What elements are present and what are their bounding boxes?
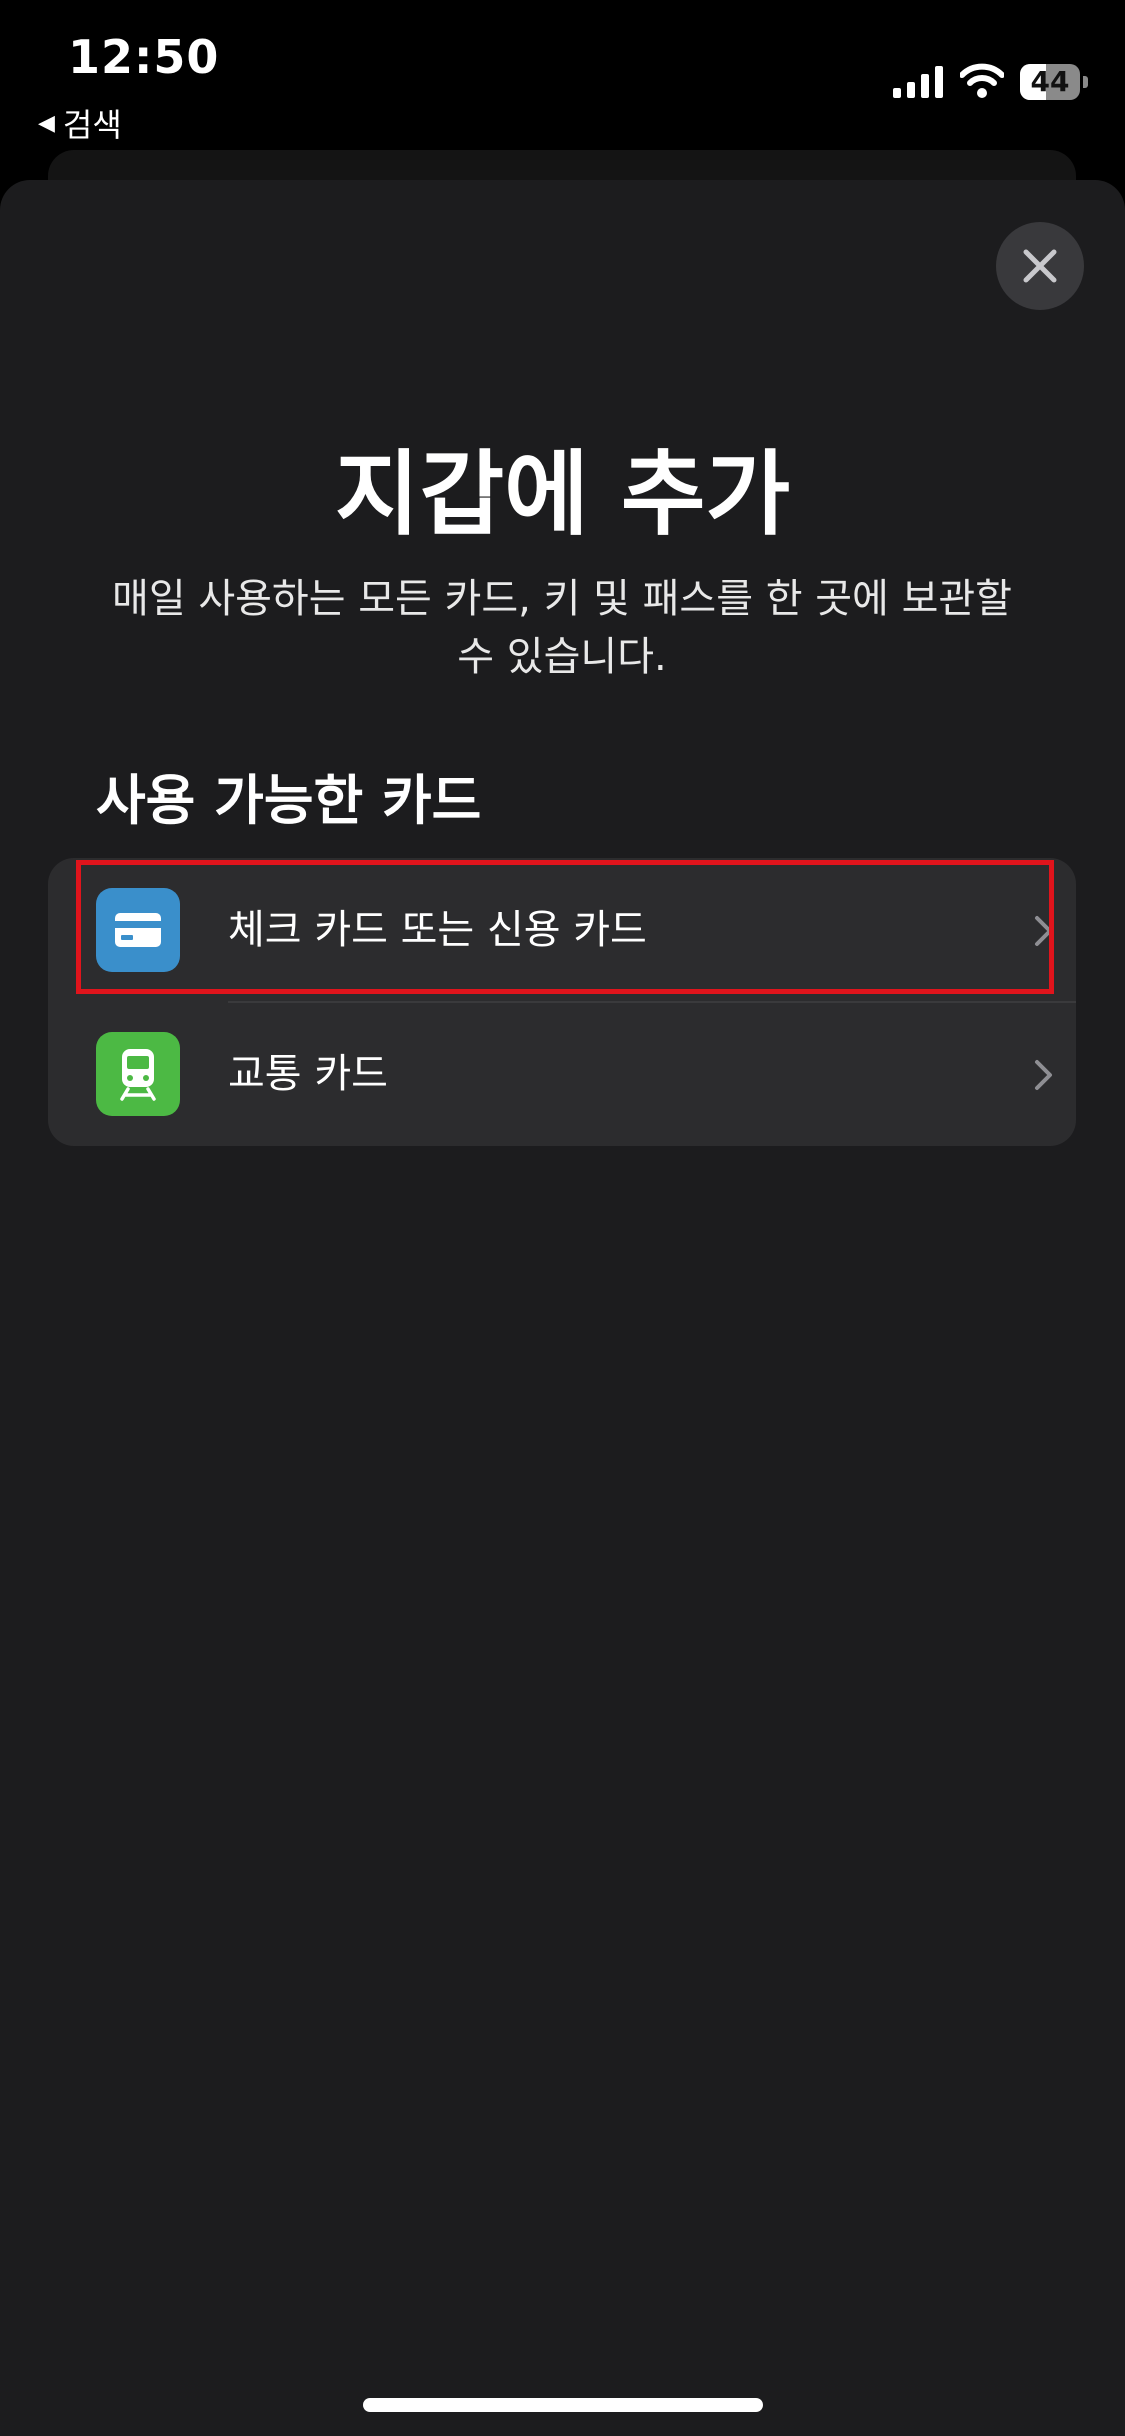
cellular-signal-icon: [893, 66, 943, 98]
battery-level: 44: [1030, 65, 1070, 98]
close-button[interactable]: [996, 222, 1084, 310]
list-item-label: 교통 카드: [228, 1051, 388, 1097]
status-time: 12:50: [68, 30, 220, 84]
back-label: 검색: [62, 106, 122, 144]
back-caret-icon: ◀: [38, 110, 55, 136]
home-indicator[interactable]: [363, 2398, 763, 2412]
battery-icon: 44: [1020, 64, 1080, 100]
selection-highlight: [76, 860, 1054, 994]
close-icon: [1023, 249, 1057, 283]
wifi-icon: [960, 63, 1004, 98]
battery-indicator: 44: [1020, 64, 1090, 100]
list-item-transit-card[interactable]: 교통 카드: [48, 1002, 1076, 1146]
page-description: 매일 사용하는 모든 카드, 키 및 패스를 한 곳에 보관할 수 있습니다.: [112, 576, 1012, 680]
page-title: 지갑에 추가: [334, 441, 791, 548]
train-icon: [96, 1032, 180, 1116]
chevron-right-icon: [1035, 1060, 1052, 1090]
back-to-search-link[interactable]: ◀ 검색: [38, 100, 122, 146]
section-title: 사용 가능한 카드: [96, 769, 482, 832]
